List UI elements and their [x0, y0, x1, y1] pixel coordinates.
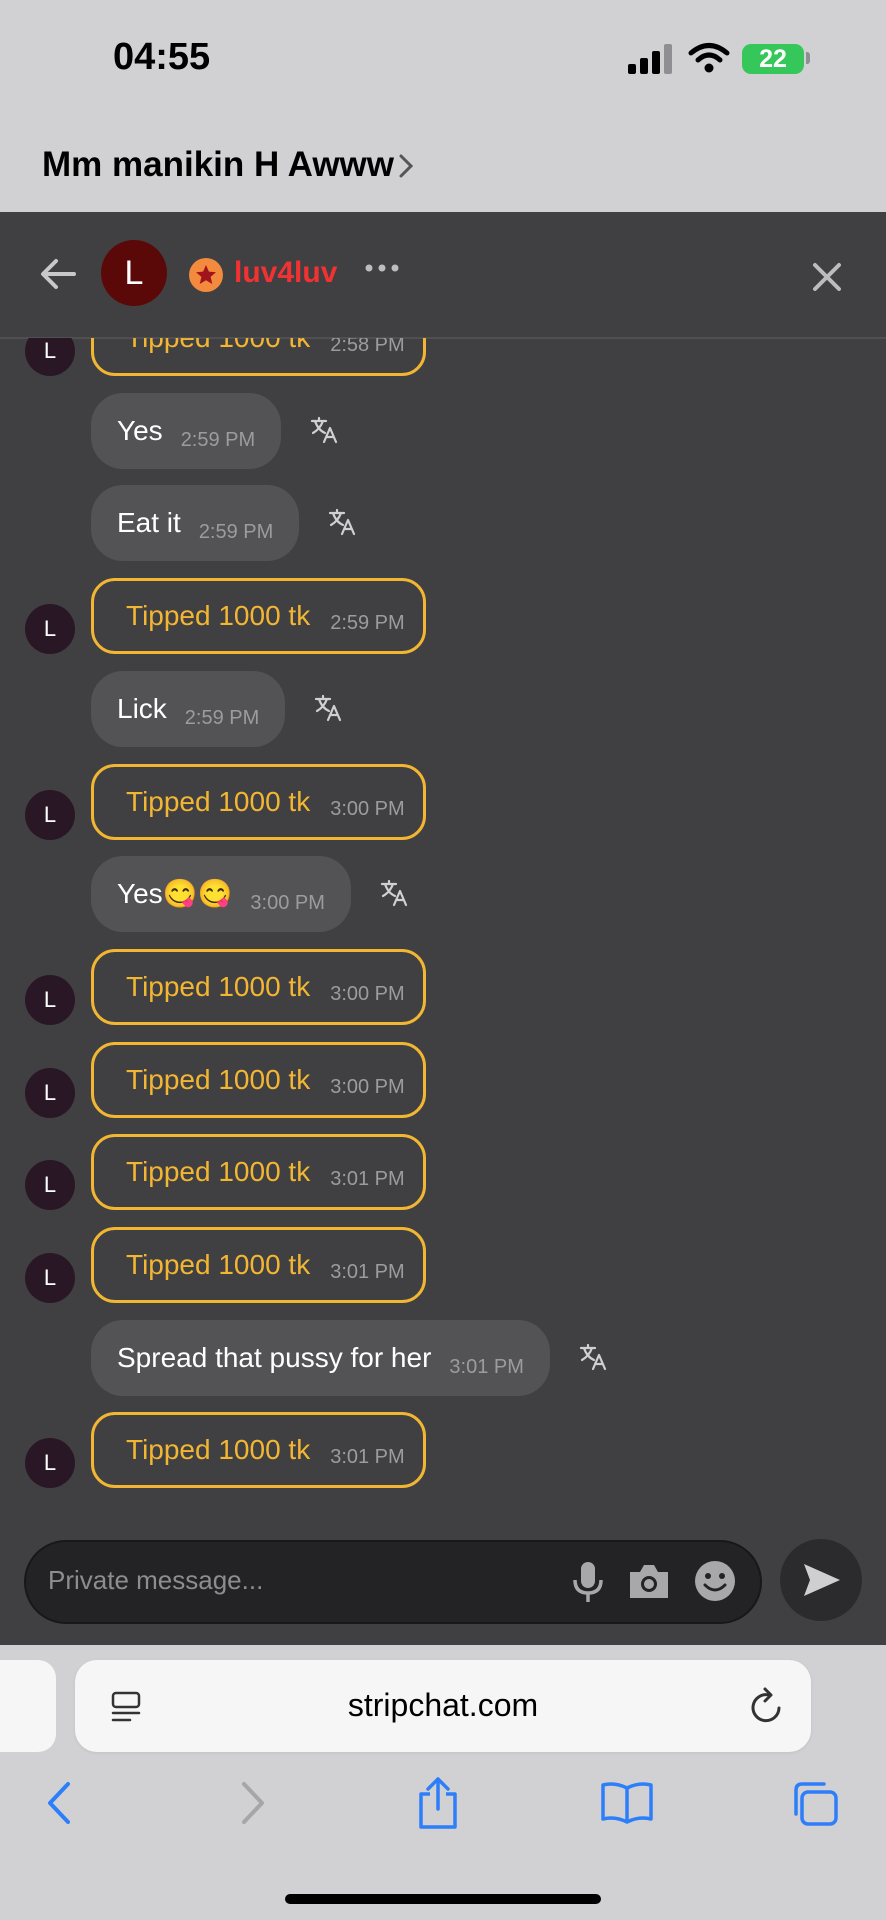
translate-icon[interactable]	[327, 507, 357, 542]
forward-icon[interactable]	[238, 1780, 268, 1826]
tip-bubble[interactable]: Tipped 1000 tk 2:59 PM	[91, 578, 426, 655]
more-icon[interactable]	[364, 262, 400, 274]
chat-message-row: Eat it 2:59 PM	[0, 483, 886, 563]
bookmarks-icon[interactable]	[600, 1780, 654, 1824]
tip-text: Tipped 1000 tk	[126, 1063, 311, 1095]
message-bubble[interactable]: Spread that pussy for her 3:01 PM	[91, 1319, 550, 1396]
sender-avatar[interactable]: L	[25, 1067, 75, 1118]
message-time: 3:01 PM	[449, 1355, 524, 1378]
message-list[interactable]: L Tipped 1000 tk 2:58 PM Yes 2:59 PM Eat it 2:…	[0, 338, 886, 1518]
sender-avatar[interactable]: L	[25, 1253, 75, 1303]
message-time: 3:01 PM	[330, 1168, 405, 1191]
message-time: 2:58 PM	[330, 338, 405, 356]
message-bubble[interactable]: Lick 2:59 PM	[91, 670, 286, 747]
tip-bubble[interactable]: Tipped 1000 tk 3:01 PM	[91, 1412, 426, 1489]
translate-icon[interactable]	[379, 878, 409, 913]
chat-message-row: Spread that pussy for her 3:01 PM	[0, 1318, 886, 1398]
tip-bubble[interactable]: Tipped 1000 tk 3:00 PM	[91, 948, 426, 1025]
tip-text: Tipped 1000 tk	[126, 1156, 311, 1188]
signal-icon	[628, 44, 674, 74]
sender-avatar[interactable]: L	[25, 338, 75, 376]
avatar[interactable]: L	[101, 240, 167, 306]
tip-bubble[interactable]: Tipped 1000 tk 3:00 PM	[91, 1041, 426, 1118]
tip-message-row: L Tipped 1000 tk 3:01 PM	[0, 1225, 886, 1305]
sender-avatar[interactable]: L	[25, 604, 75, 655]
tip-message-row: L Tipped 1000 tk 3:00 PM	[0, 947, 886, 1027]
message-time: 2:59 PM	[180, 428, 256, 451]
tip-message-row: L Tipped 1000 tk 3:01 PM	[0, 1410, 886, 1490]
tip-text: Tipped 1000 tk	[126, 600, 311, 632]
tip-bubble[interactable]: Tipped 1000 tk 2:58 PM	[91, 338, 426, 376]
tip-message-row: L Tipped 1000 tk 2:58 PM	[0, 338, 886, 378]
tip-bubble[interactable]: Tipped 1000 tk 3:01 PM	[91, 1227, 426, 1303]
message-text: Eat it	[117, 507, 181, 539]
message-time: 2:59 PM	[198, 521, 274, 544]
message-bubble[interactable]: Yes😋😋 3:00 PM	[91, 856, 351, 933]
back-arrow-icon[interactable]	[38, 258, 78, 290]
tip-text: Tipped 1000 tk	[126, 1434, 311, 1466]
message-text: Spread that pussy for her	[117, 1341, 432, 1373]
reader-icon[interactable]	[110, 1690, 142, 1724]
message-time: 3:00 PM	[330, 982, 405, 1005]
wifi-icon	[688, 43, 730, 73]
message-time: 3:00 PM	[250, 892, 325, 915]
tabs-icon[interactable]	[790, 1780, 840, 1828]
send-button[interactable]	[780, 1539, 862, 1621]
message-bubble[interactable]: Yes 2:59 PM	[91, 392, 282, 469]
send-icon	[804, 1564, 840, 1596]
translate-icon[interactable]	[578, 1342, 608, 1377]
translate-icon[interactable]	[313, 693, 343, 728]
message-input-placeholder: Private message...	[48, 1565, 264, 1595]
battery-tip	[806, 52, 810, 64]
emoji-icon[interactable]	[692, 1558, 738, 1604]
previous-tab-preview[interactable]	[0, 1660, 56, 1752]
chat-message-row: Yes😋😋 3:00 PM	[0, 854, 886, 934]
tip-message-row: L Tipped 1000 tk 2:59 PM	[0, 576, 886, 656]
page-title[interactable]: Mm manikin H Awww	[42, 145, 394, 185]
chat-message-row: Lick 2:59 PM	[0, 669, 886, 749]
tip-text: Tipped 1000 tk	[126, 785, 311, 817]
battery-indicator: 22	[742, 44, 804, 74]
message-time: 3:00 PM	[330, 1075, 405, 1098]
sender-avatar[interactable]: L	[25, 1438, 75, 1489]
tip-text: Tipped 1000 tk	[126, 338, 310, 353]
share-icon[interactable]	[416, 1776, 460, 1830]
camera-icon[interactable]	[626, 1560, 672, 1602]
message-text: Yes	[117, 414, 163, 446]
home-indicator	[285, 1894, 601, 1904]
tip-message-row: L Tipped 1000 tk 3:01 PM	[0, 1132, 886, 1212]
star-icon	[189, 258, 223, 292]
status-time: 04:55	[113, 36, 211, 78]
tip-bubble[interactable]: Tipped 1000 tk 3:00 PM	[91, 763, 426, 840]
message-time: 3:01 PM	[330, 1446, 405, 1469]
message-bubble[interactable]: Eat it 2:59 PM	[91, 485, 300, 562]
message-text: Yes😋😋	[117, 878, 233, 910]
message-text: Lick	[117, 692, 167, 724]
back-icon[interactable]	[44, 1780, 74, 1826]
tip-text: Tipped 1000 tk	[126, 1249, 311, 1280]
reload-icon[interactable]	[748, 1686, 786, 1726]
sender-avatar[interactable]: L	[25, 789, 75, 840]
tip-message-row: L Tipped 1000 tk 3:00 PM	[0, 762, 886, 842]
tip-bubble[interactable]: Tipped 1000 tk 3:01 PM	[91, 1134, 426, 1211]
tip-message-row: L Tipped 1000 tk 3:00 PM	[0, 1040, 886, 1120]
sender-avatar[interactable]: L	[25, 974, 75, 1025]
message-time: 3:00 PM	[330, 797, 405, 820]
chevron-right-icon[interactable]	[398, 153, 414, 179]
username-label[interactable]: luv4luv	[234, 256, 337, 290]
chat-message-row: Yes 2:59 PM	[0, 391, 886, 471]
mic-icon[interactable]	[570, 1560, 606, 1604]
message-time: 2:59 PM	[330, 612, 405, 635]
message-time: 3:01 PM	[330, 1261, 405, 1283]
tip-text: Tipped 1000 tk	[126, 970, 311, 1002]
url-text[interactable]: stripchat.com	[75, 1687, 811, 1724]
message-time: 2:59 PM	[184, 706, 260, 729]
translate-icon[interactable]	[309, 415, 339, 450]
close-icon[interactable]	[810, 260, 844, 294]
sender-avatar[interactable]: L	[25, 1160, 75, 1211]
